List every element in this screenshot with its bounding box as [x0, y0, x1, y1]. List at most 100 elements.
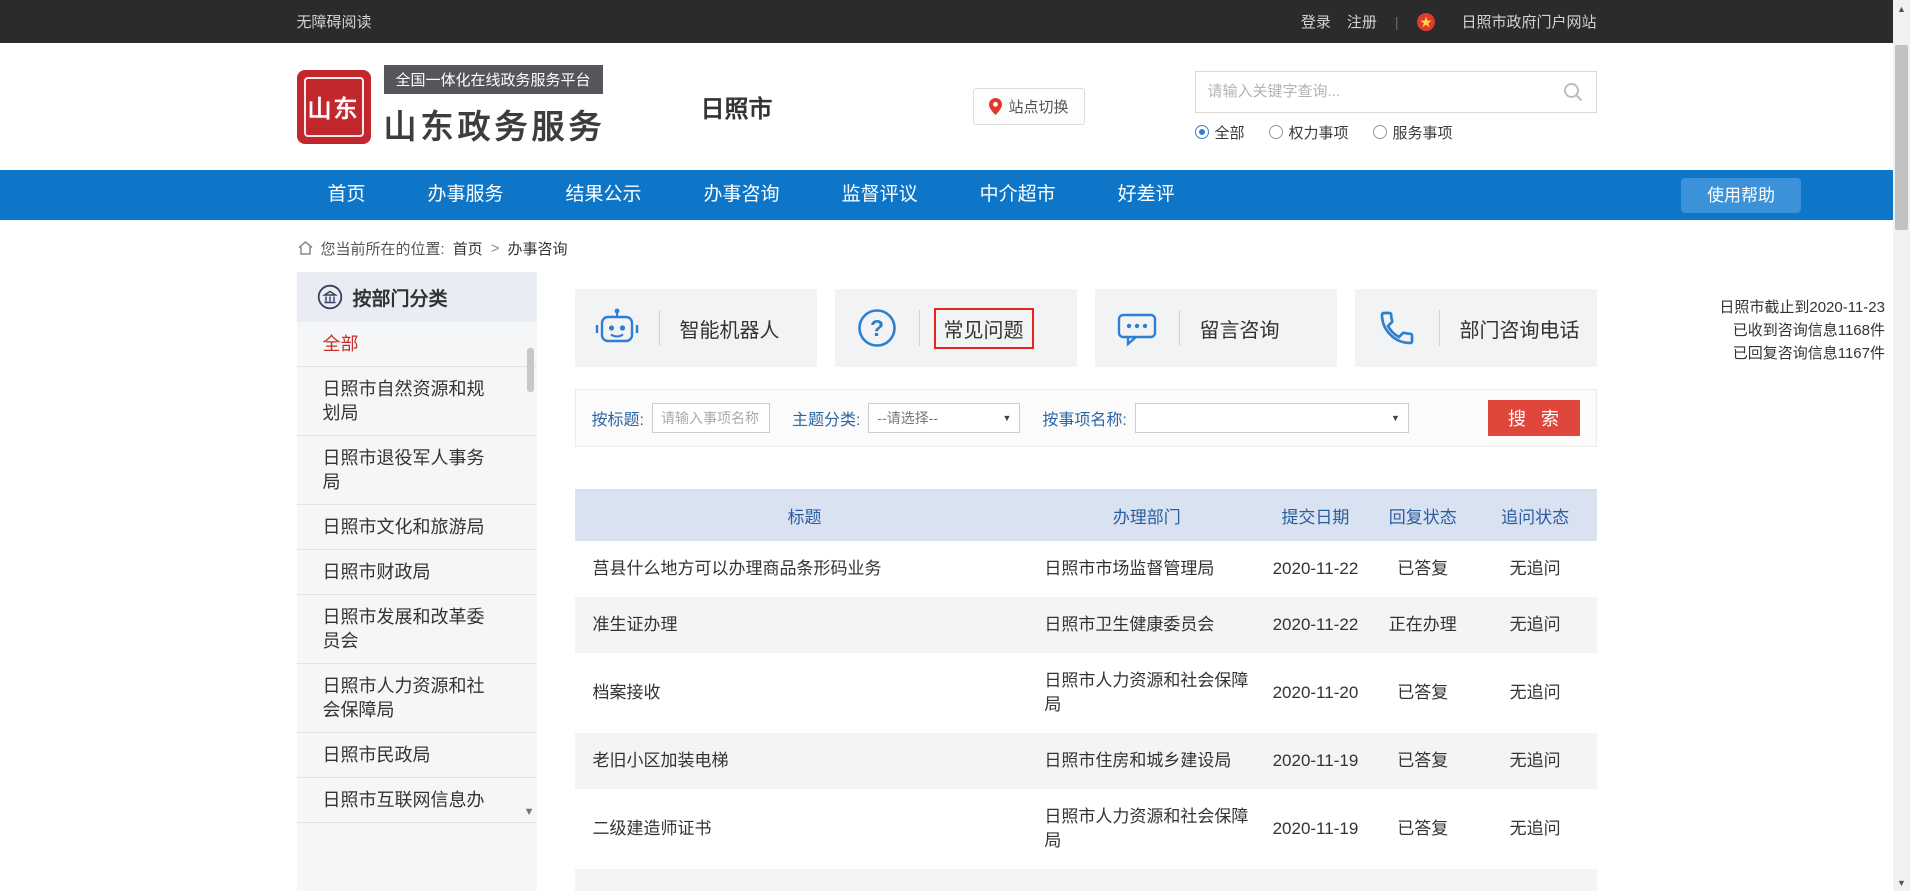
card-divider	[1179, 310, 1180, 346]
card-divider	[659, 310, 660, 346]
keyword-search	[1195, 71, 1597, 113]
nav-item-rating[interactable]: 好差评	[1087, 170, 1206, 220]
sidebar-title: 按部门分类	[353, 284, 448, 311]
help-button[interactable]: 使用帮助	[1681, 178, 1801, 213]
scrollbar-up-arrow-icon[interactable]: ▲	[1893, 0, 1910, 17]
table-row[interactable]: 准生证办理 日照市卫生健康委员会 2020-11-22 正在办理 无追问	[575, 597, 1597, 653]
tab-leave-message[interactable]: 留言咨询	[1095, 289, 1337, 367]
col-header-department: 办理部门	[1034, 489, 1259, 541]
page-scrollbar[interactable]: ▲ ▼	[1893, 0, 1910, 891]
filter-title-input[interactable]	[652, 403, 770, 433]
tab-faq[interactable]: ? 常见问题	[835, 289, 1077, 367]
question-icon: ?	[835, 307, 919, 349]
register-link[interactable]: 注册	[1347, 11, 1377, 32]
sidebar-item-human-resources[interactable]: 日照市人力资源和社会保障局	[297, 664, 537, 733]
cell-title[interactable]: 莒县什么地方可以办理商品条形码业务	[575, 541, 1035, 597]
tab-department-phone[interactable]: 部门咨询电话	[1355, 289, 1597, 367]
scope-label: 全部	[1215, 122, 1245, 143]
sidebar-scroll-down-icon[interactable]: ▼	[524, 806, 535, 818]
consult-stats: 日照市截止到2020-11-23 已收到咨询信息1168件 已回复咨询信息116…	[1719, 296, 1885, 365]
breadcrumb-current: 办事咨询	[507, 238, 567, 259]
cell-department: 日照市人力资源和社会保障局	[1034, 789, 1259, 869]
sidebar-item-veterans[interactable]: 日照市退役军人事务局	[297, 436, 537, 505]
nav-item-consult[interactable]: 办事咨询	[673, 170, 811, 220]
cell-department: 日照市卫生健康委员会	[1034, 597, 1259, 653]
sidebar-item-finance[interactable]: 日照市财政局	[297, 550, 537, 595]
shandong-seal-logo[interactable]: 山东 全国一体化在线政务服务平台 山东政务服务	[297, 65, 606, 148]
page: 无障碍阅读 登录 注册 | 日照市政府门户网站 山东 全国一体化在线政务服务平台	[0, 0, 1893, 891]
scope-radio-all[interactable]: 全部	[1195, 122, 1245, 143]
home-icon	[297, 240, 314, 256]
consult-channel-tabs: 智能机器人 ? 常见问题 留言咨询	[575, 289, 1597, 367]
sidebar-item-culture-tourism[interactable]: 日照市文化和旅游局	[297, 505, 537, 550]
table-header-row: 标题 办理部门 提交日期 回复状态 追问状态	[575, 489, 1597, 541]
cell-followup-status: 无追问	[1474, 653, 1597, 733]
svg-text:?: ?	[869, 315, 883, 341]
keyword-search-input[interactable]	[1196, 72, 1550, 112]
cell-title[interactable]: 二级建造师证书	[575, 789, 1035, 869]
scope-radio-service[interactable]: 服务事项	[1373, 122, 1453, 143]
filter-category-value: --请选择--	[877, 408, 938, 428]
cell-title[interactable]: 准生证办理	[575, 597, 1035, 653]
cell-followup-status: 无追问	[1474, 733, 1597, 789]
platform-badge: 全国一体化在线政务服务平台	[384, 65, 603, 94]
consult-table: 标题 办理部门 提交日期 回复状态 追问状态 莒县什么地方可以办理商品条形码业务…	[575, 489, 1597, 891]
tab-smart-robot[interactable]: 智能机器人	[575, 289, 817, 367]
cell-reply-status: 已答复	[1372, 653, 1474, 733]
chevron-down-icon: ▼	[1391, 413, 1400, 423]
cell-title[interactable]: 老旧小区加装电梯	[575, 733, 1035, 789]
breadcrumb-prefix: 您当前所在的位置:	[321, 238, 445, 259]
cell-date: 2020-11-19	[1259, 733, 1371, 789]
table-row[interactable]: 档案接收 日照市人力资源和社会保障局 2020-11-20 已答复 无追问	[575, 653, 1597, 733]
cell-reply-status: 已答复	[1372, 733, 1474, 789]
table-row[interactable]: 二级建造师证书 日照市人力资源和社会保障局 2020-11-19 已答复 无追问	[575, 789, 1597, 869]
col-header-followup-status: 追问状态	[1474, 489, 1597, 541]
tab-label: 部门咨询电话	[1460, 314, 1580, 343]
search-submit-button[interactable]	[1550, 72, 1596, 112]
sidebar-item-development-reform[interactable]: 日照市发展和改革委员会	[297, 595, 537, 664]
filter-search-button[interactable]: 搜 索	[1488, 400, 1580, 436]
scope-label: 服务事项	[1393, 122, 1453, 143]
sidebar-item-civil-affairs[interactable]: 日照市民政局	[297, 733, 537, 778]
cell-reply-status: 已答复	[1372, 541, 1474, 597]
filter-category-select[interactable]: --请选择-- ▼	[868, 403, 1020, 433]
cell-reply-status: 已答复	[1372, 789, 1474, 869]
nav-item-services[interactable]: 办事服务	[397, 170, 535, 220]
sidebar-item-internet-info[interactable]: 日照市互联网信息办	[297, 778, 537, 823]
col-header-reply-status: 回复状态	[1372, 489, 1474, 541]
filter-bar: 按标题: 主题分类: --请选择-- ▼ 按事项名称: ▼ 搜 索	[575, 389, 1597, 447]
nav-item-intermediary[interactable]: 中介超市	[949, 170, 1087, 220]
col-header-date: 提交日期	[1259, 489, 1371, 541]
city-name: 日照市	[701, 89, 773, 124]
table-row[interactable]: 莒县什么地方可以办理商品条形码业务 日照市市场监督管理局 2020-11-22 …	[575, 541, 1597, 597]
scope-radio-power[interactable]: 权力事项	[1269, 122, 1349, 143]
cell-department: 日照市人力资源和社会保障局	[1034, 653, 1259, 733]
cell-title[interactable]: 档案接收	[575, 653, 1035, 733]
scrollbar-thumb[interactable]	[1895, 45, 1908, 230]
tab-label: 智能机器人	[680, 314, 780, 343]
table-row[interactable]: 老旧小区加装电梯 日照市住房和城乡建设局 2020-11-19 已答复 无追问	[575, 733, 1597, 789]
nav-item-results[interactable]: 结果公示	[535, 170, 673, 220]
portal-link[interactable]: 日照市政府门户网站	[1461, 11, 1596, 32]
login-link[interactable]: 登录	[1301, 11, 1331, 32]
scrollbar-down-arrow-icon[interactable]: ▼	[1893, 874, 1910, 891]
sidebar-scrollbar-thumb[interactable]	[527, 348, 534, 392]
nav-item-home[interactable]: 首页	[297, 170, 397, 220]
breadcrumb-home-link[interactable]: 首页	[453, 238, 483, 259]
search-icon	[1562, 81, 1584, 103]
cell-date: 2020-11-22	[1259, 541, 1371, 597]
sidebar-item-all[interactable]: 全部	[297, 322, 537, 367]
breadcrumb-separator: >	[491, 240, 500, 257]
radio-icon	[1269, 125, 1283, 139]
site-title: 山东政务服务	[384, 100, 606, 148]
site-switch-button[interactable]: 站点切换	[973, 88, 1085, 125]
sidebar-item-natural-resources[interactable]: 日照市自然资源和规划局	[297, 367, 537, 436]
header: 山东 全国一体化在线政务服务平台 山东政务服务 日照市 站点切换	[0, 43, 1893, 170]
cell-department: 日照市市场监督管理局	[1034, 541, 1259, 597]
filter-item-select[interactable]: ▼	[1135, 403, 1409, 433]
cell-followup-status: 无追问	[1474, 789, 1597, 869]
stats-line: 已收到咨询信息1168件	[1719, 319, 1885, 342]
nav-item-supervision[interactable]: 监督评议	[811, 170, 949, 220]
scope-label: 权力事项	[1289, 122, 1349, 143]
accessibility-link[interactable]: 无障碍阅读	[297, 11, 372, 32]
